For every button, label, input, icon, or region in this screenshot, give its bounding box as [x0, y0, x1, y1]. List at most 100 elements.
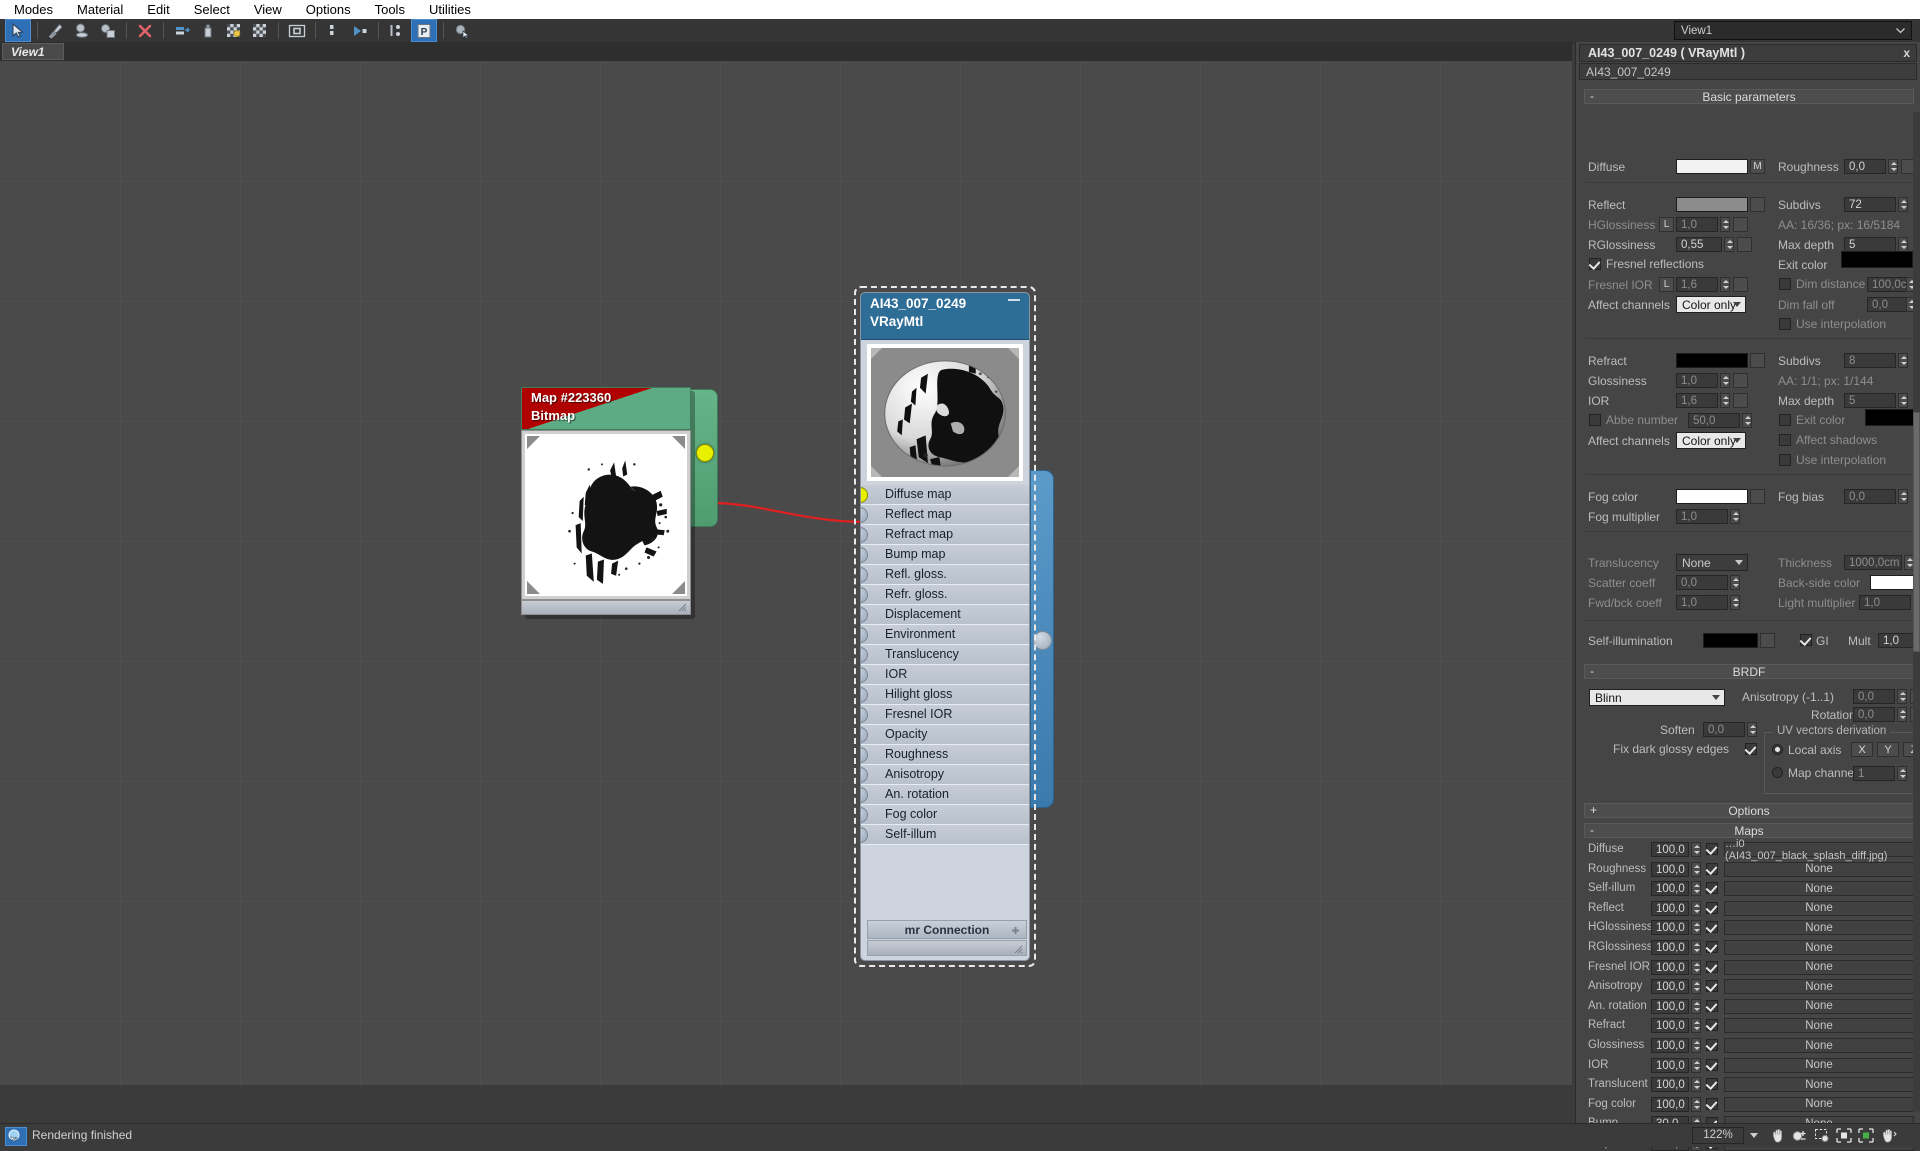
material-name-field[interactable]: AI43_007_0249	[1579, 63, 1917, 80]
map-channel-input[interactable]: 1	[1853, 766, 1895, 781]
delete-tool-button[interactable]	[133, 20, 157, 41]
hglossiness-spinner[interactable]	[1720, 217, 1730, 232]
material-slot[interactable]: Hilight gloss	[861, 685, 1029, 705]
menu-item-utilities[interactable]: Utilities	[419, 0, 481, 19]
brdf-shader-dropdown[interactable]: Blinn	[1589, 689, 1725, 706]
expand-mr-connection-icon[interactable]	[1011, 924, 1020, 934]
soften-input[interactable]: 0,0	[1703, 722, 1745, 737]
refract-glossiness-input[interactable]: 1,0	[1676, 373, 1718, 388]
map-row-amount-spinner[interactable]	[1691, 900, 1701, 916]
pick-material-tool-button[interactable]	[44, 20, 68, 41]
map-row-enable-checkbox[interactable]	[1706, 1097, 1718, 1110]
refract-exit-color-checkbox[interactable]	[1779, 414, 1791, 426]
map-row-map-button[interactable]: None	[1724, 940, 1914, 955]
map-row-enable-checkbox[interactable]	[1706, 999, 1718, 1012]
reflect-map-button[interactable]	[1750, 197, 1765, 212]
gi-checkbox[interactable]	[1800, 634, 1812, 646]
material-slot[interactable]: Refr. gloss.	[861, 585, 1029, 605]
refract-glossiness-map-button[interactable]	[1733, 373, 1748, 388]
ior-input[interactable]: 1,6	[1676, 393, 1718, 408]
slot-socket[interactable]	[861, 547, 868, 563]
menu-item-tools[interactable]: Tools	[365, 0, 415, 19]
map-row-enable-checkbox[interactable]	[1706, 921, 1718, 934]
map-row-map-button[interactable]: None	[1724, 1096, 1914, 1112]
map-row-amount-input[interactable]: 100,0	[1651, 900, 1689, 916]
map-row-amount-spinner[interactable]	[1691, 881, 1701, 897]
reflect-exit-color-swatch[interactable]	[1841, 251, 1913, 268]
map-row-map-button[interactable]: None	[1724, 959, 1914, 975]
light-multiplier-input[interactable]: 1,0	[1859, 595, 1911, 610]
rotation-spinner[interactable]	[1897, 707, 1907, 722]
map-row-enable-checkbox[interactable]	[1706, 960, 1718, 973]
map-row-enable-checkbox[interactable]	[1706, 1039, 1718, 1051]
axis-y-button[interactable]: Y	[1877, 742, 1899, 757]
map-row-amount-spinner[interactable]	[1691, 1018, 1701, 1034]
collapse-node-icon[interactable]	[1008, 299, 1020, 301]
anisotropy-input[interactable]: 0,0	[1853, 689, 1895, 704]
fresnel-reflections-checkbox[interactable]	[1589, 258, 1601, 270]
slot-socket[interactable]	[861, 567, 868, 583]
scatter-coeff-spinner[interactable]	[1730, 575, 1740, 590]
translucency-dropdown[interactable]: None	[1676, 554, 1748, 571]
map-row-amount-input[interactable]: 100,0	[1651, 1057, 1689, 1073]
self-illumination-color-swatch[interactable]	[1703, 633, 1758, 648]
map-row-amount-input[interactable]: 100,0	[1651, 920, 1689, 936]
map-row-amount-spinner[interactable]	[1691, 1077, 1701, 1093]
rollout-maps[interactable]: - Maps	[1584, 823, 1914, 838]
ior-spinner[interactable]	[1720, 393, 1730, 408]
slot-socket[interactable]	[861, 807, 868, 823]
show-parameter-editor-tool-button[interactable]: P	[411, 19, 437, 42]
fog-color-map-button[interactable]	[1750, 489, 1765, 504]
slot-socket[interactable]	[861, 607, 868, 623]
map-row-map-button[interactable]: …i0 (AI43_007_black_splash_diff.jpg)	[1724, 838, 1914, 862]
show-end-result-tool-button[interactable]	[285, 20, 309, 41]
mr-connection-bar[interactable]: mr Connection	[867, 920, 1027, 939]
map-row-map-button[interactable]: None	[1724, 1018, 1914, 1034]
bitmap-node[interactable]: Map #223360 Bitmap	[521, 387, 695, 619]
fresnel-ior-map-button[interactable]	[1733, 277, 1748, 292]
assign-material-tool-button[interactable]	[70, 20, 94, 41]
pan-view-button[interactable]	[1769, 1127, 1788, 1144]
map-row-map-button[interactable]: None	[1724, 900, 1914, 916]
refract-exit-color-swatch[interactable]	[1865, 409, 1920, 426]
map-row-amount-input[interactable]: 100,0	[1651, 959, 1689, 975]
menu-item-select[interactable]: Select	[184, 0, 240, 19]
fwd-bck-coeff-spinner[interactable]	[1730, 595, 1740, 610]
refract-subdivs-input[interactable]: 8	[1844, 353, 1896, 368]
zoom-extents-button[interactable]	[1835, 1127, 1854, 1144]
map-row-map-button[interactable]: None	[1724, 920, 1914, 936]
dim-distance-checkbox[interactable]	[1779, 278, 1791, 290]
move-children-tool-button[interactable]	[170, 20, 194, 41]
menu-item-view[interactable]: View	[244, 0, 292, 19]
slot-socket[interactable]	[861, 687, 868, 703]
material-node-frame[interactable]: AI43_007_0249 VRayMtl Diffuse map Reflec…	[860, 292, 1030, 961]
map-row-amount-input[interactable]: 100,0	[1651, 861, 1689, 877]
zoom-extents-selected-button[interactable]	[1857, 1127, 1876, 1144]
slot-socket[interactable]	[861, 727, 868, 743]
map-row-amount-spinner[interactable]	[1691, 861, 1701, 877]
material-slot[interactable]: Translucency	[861, 645, 1029, 665]
select-tool-button[interactable]	[5, 19, 31, 42]
menu-item-options[interactable]: Options	[296, 0, 361, 19]
slot-socket[interactable]	[861, 527, 868, 543]
map-row-enable-checkbox[interactable]	[1706, 1019, 1718, 1032]
map-row-amount-input[interactable]: 100,0	[1651, 1018, 1689, 1034]
fresnel-ior-lock-button[interactable]: L	[1659, 277, 1674, 292]
map-row-amount-spinner[interactable]	[1691, 1038, 1701, 1053]
map-row-map-button[interactable]: None	[1724, 1057, 1914, 1073]
map-row-map-button[interactable]: None	[1724, 979, 1914, 995]
material-slot[interactable]: Anisotropy	[861, 765, 1029, 785]
slot-socket[interactable]	[861, 707, 868, 723]
roughness-spinner[interactable]	[1888, 159, 1898, 174]
map-row-enable-checkbox[interactable]	[1706, 1078, 1718, 1091]
show-shaded-material-tool-button[interactable]	[248, 20, 272, 41]
hglossiness-lock-button[interactable]: L	[1659, 217, 1674, 232]
fwd-bck-coeff-input[interactable]: 1,0	[1676, 595, 1728, 610]
hide-unused-slots-tool-button[interactable]	[385, 20, 409, 41]
reflect-max-depth-input[interactable]: 5	[1844, 237, 1896, 252]
material-slot[interactable]: Opacity	[861, 725, 1029, 745]
material-slot[interactable]: Diffuse map	[861, 485, 1029, 505]
reflect-subdivs-input[interactable]: 72	[1844, 197, 1896, 212]
zoom-region-button[interactable]	[1813, 1127, 1832, 1144]
material-slot[interactable]: Refract map	[861, 525, 1029, 545]
